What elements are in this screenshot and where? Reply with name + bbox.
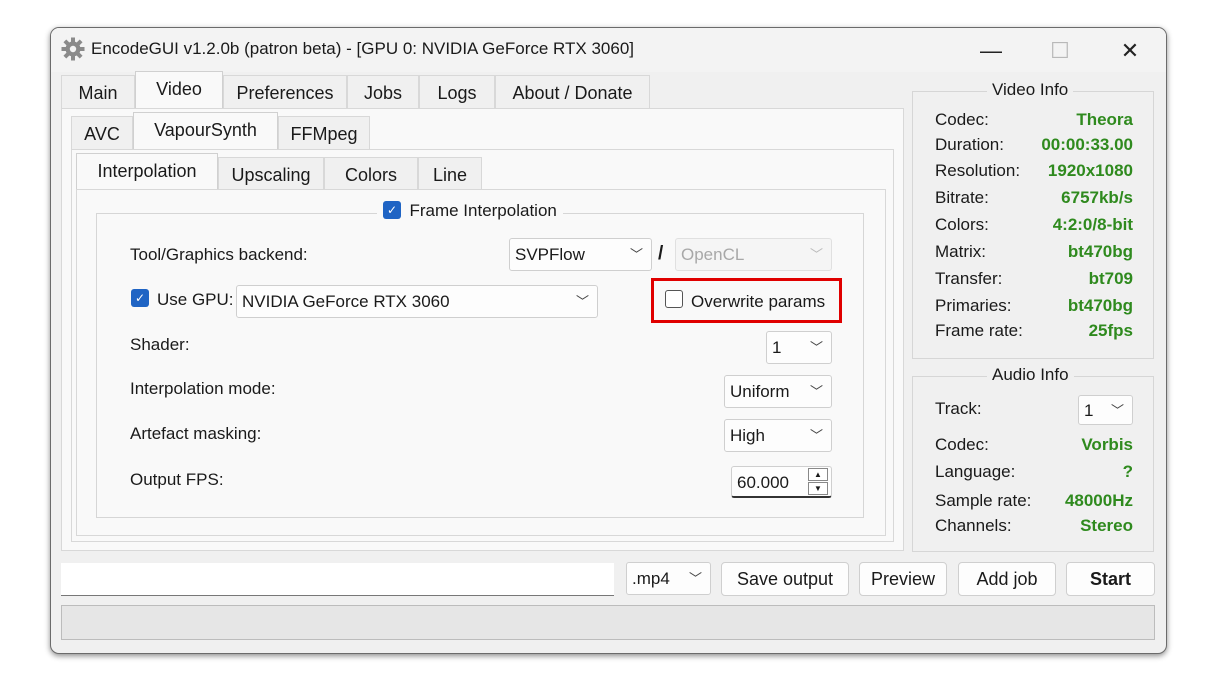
tab-video[interactable]: Video — [135, 71, 223, 109]
spin-up-icon[interactable]: ▲ — [808, 468, 828, 481]
chevron-down-icon: ﹀ — [809, 340, 823, 355]
output-fps-label: Output FPS: — [130, 470, 224, 489]
tab-colors[interactable]: Colors — [324, 157, 418, 191]
maximize-button[interactable]: ☐ — [1037, 36, 1083, 66]
add-job-button[interactable]: Add job — [958, 562, 1056, 596]
track-value: 1 — [1084, 401, 1094, 420]
artefact-masking-select[interactable]: High ﹀ — [724, 419, 832, 452]
output-path-input[interactable] — [61, 563, 614, 596]
audio-info-title: Audio Info — [987, 365, 1074, 385]
output-fps-value: 60.000 — [737, 473, 789, 492]
video-info-label: Primaries: — [935, 296, 1012, 315]
backend-api-select[interactable]: OpenCL ﹀ — [675, 238, 832, 271]
tab-line[interactable]: Line — [418, 157, 482, 191]
backend-separator: / — [658, 243, 664, 264]
video-info-value: bt709 — [1088, 269, 1133, 288]
tab-main[interactable]: Main — [61, 75, 135, 109]
video-info-label: Codec: — [935, 110, 989, 129]
audio-info-value: Stereo — [1080, 516, 1133, 535]
progress-bar — [61, 605, 1155, 640]
spin-down-icon[interactable]: ▼ — [808, 482, 828, 495]
use-gpu-checkbox[interactable]: ✓ — [131, 289, 149, 307]
video-info-value: Theora — [1076, 110, 1133, 129]
track-select[interactable]: 1 ﹀ — [1078, 395, 1133, 425]
video-info-value: 4:2:0/8-bit — [1052, 215, 1133, 234]
video-info-label: Duration: — [935, 135, 1004, 154]
audio-info-label: Sample rate: — [935, 491, 1032, 510]
video-info-title: Video Info — [987, 80, 1074, 100]
chevron-down-icon: ﹀ — [1110, 403, 1124, 418]
video-info-value: bt470bg — [1067, 296, 1133, 315]
tab-logs[interactable]: Logs — [419, 75, 495, 109]
interpolation-mode-select[interactable]: Uniform ﹀ — [724, 375, 832, 408]
overwrite-params-checkbox[interactable] — [665, 290, 683, 308]
gpu-select[interactable]: NVIDIA GeForce RTX 3060 ﹀ — [236, 285, 598, 318]
audio-info-value: Vorbis — [1081, 435, 1133, 454]
video-info-value: 6757kb/s — [1061, 188, 1133, 207]
shader-select[interactable]: 1 ﹀ — [766, 331, 832, 364]
audio-info-label: Channels: — [935, 516, 1012, 535]
tab-jobs[interactable]: Jobs — [347, 75, 419, 109]
video-info-label: Bitrate: — [935, 188, 989, 207]
tab-interpolation[interactable]: Interpolation — [76, 153, 218, 191]
backend-tool-value: SVPFlow — [515, 245, 585, 264]
backend-tool-select[interactable]: SVPFlow ﹀ — [509, 238, 652, 271]
use-gpu-label: Use GPU: — [157, 290, 234, 309]
video-info-label: Matrix: — [935, 242, 986, 261]
audio-info-label: Language: — [935, 462, 1016, 481]
video-info-value: 25fps — [1088, 321, 1133, 340]
interpolation-mode-value: Uniform — [730, 382, 790, 401]
frame-interpolation-checkbox[interactable]: ✓ — [383, 201, 401, 219]
minimize-button[interactable]: — — [968, 36, 1014, 66]
save-output-button[interactable]: Save output — [721, 562, 849, 596]
artefact-masking-value: High — [730, 426, 765, 445]
overwrite-params-label: Overwrite params — [691, 292, 826, 311]
start-button[interactable]: Start — [1066, 562, 1155, 596]
preview-button[interactable]: Preview — [859, 562, 947, 596]
video-info-label: Transfer: — [935, 269, 1003, 288]
chevron-down-icon: ﹀ — [688, 571, 702, 586]
chevron-down-icon: ﹀ — [809, 247, 823, 262]
frame-interpolation-label: Frame Interpolation — [409, 201, 557, 220]
chevron-down-icon: ﹀ — [809, 428, 823, 443]
shader-label: Shader: — [130, 335, 190, 354]
window-title: EncodeGUI v1.2.0b (patron beta) - [GPU 0… — [91, 39, 634, 58]
tab-vapoursynth[interactable]: VapourSynth — [133, 112, 278, 150]
audio-info-label: Codec: — [935, 435, 989, 454]
backend-api-value: OpenCL — [681, 245, 745, 264]
app-window: EncodeGUI v1.2.0b (patron beta) - [GPU 0… — [50, 27, 1167, 654]
tab-avc[interactable]: AVC — [71, 116, 133, 150]
chevron-down-icon: ﹀ — [809, 384, 823, 399]
container-select[interactable]: .mp4 ﹀ — [626, 562, 711, 595]
video-info-label: Resolution: — [935, 161, 1021, 180]
shader-value: 1 — [772, 338, 782, 357]
container-value: .mp4 — [632, 569, 670, 588]
title-bar: EncodeGUI v1.2.0b (patron beta) - [GPU 0… — [51, 28, 1166, 72]
video-info-label: Frame rate: — [935, 321, 1023, 340]
interpolation-mode-label: Interpolation mode: — [130, 379, 276, 398]
gpu-value: NVIDIA GeForce RTX 3060 — [242, 292, 450, 311]
chevron-down-icon: ﹀ — [575, 294, 589, 309]
chevron-down-icon: ﹀ — [629, 247, 643, 262]
track-label: Track: — [935, 399, 982, 418]
audio-info-value: 48000Hz — [1064, 491, 1133, 510]
tab-ffmpeg[interactable]: FFMpeg — [278, 116, 370, 150]
frame-interpolation-header: ✓ Frame Interpolation — [377, 201, 563, 225]
artefact-masking-label: Artefact masking: — [130, 424, 262, 443]
close-button[interactable]: ✕ — [1107, 36, 1153, 66]
gear-icon — [61, 37, 85, 61]
video-info-value: 00:00:33.00 — [1041, 135, 1133, 154]
video-info-label: Colors: — [935, 215, 989, 234]
video-info-value: 1920x1080 — [1047, 161, 1133, 180]
tab-upscaling[interactable]: Upscaling — [218, 157, 324, 191]
audio-info-value: ? — [1122, 462, 1133, 481]
tab-about-donate[interactable]: About / Donate — [495, 75, 650, 109]
backend-label: Tool/Graphics backend: — [130, 245, 308, 264]
video-info-value: bt470bg — [1067, 242, 1133, 261]
tab-preferences[interactable]: Preferences — [223, 75, 347, 109]
